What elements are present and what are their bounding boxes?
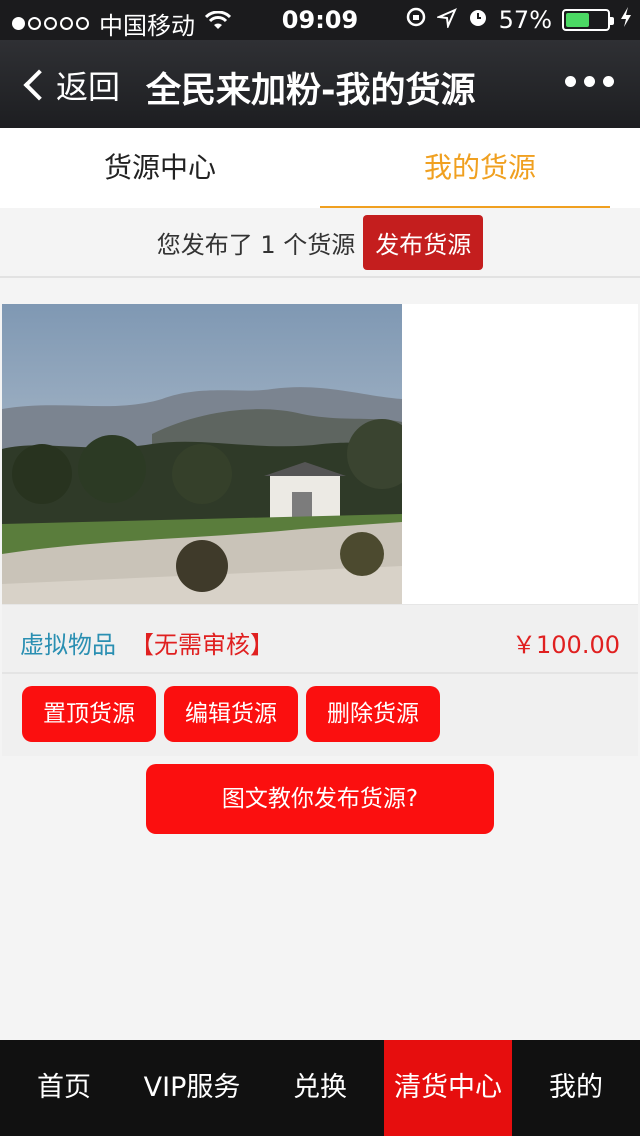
location-icon bbox=[434, 6, 457, 34]
publish-count-text: 您发布了 1 个货源 bbox=[156, 230, 356, 259]
bottom-tab-mine[interactable]: 我的 bbox=[512, 1040, 640, 1136]
bottom-tab-bar: 首页 VIP服务 兑换 清货中心 我的 bbox=[0, 1040, 640, 1136]
tab-source-center[interactable]: 货源中心 bbox=[0, 128, 320, 208]
tab-bar: 货源中心 我的货源 bbox=[0, 128, 640, 208]
battery-fill bbox=[566, 13, 589, 27]
item-photo[interactable] bbox=[2, 304, 402, 604]
battery-icon bbox=[562, 9, 614, 31]
back-chevron-icon bbox=[23, 69, 55, 101]
tab-my-sources[interactable]: 我的货源 bbox=[320, 128, 640, 208]
more-options-icon[interactable] bbox=[565, 76, 614, 87]
item-price: ￥100.00 bbox=[512, 631, 620, 659]
item-category[interactable]: 虚拟物品 bbox=[20, 625, 116, 660]
page-title: 全民来加粉-我的货源 bbox=[146, 71, 476, 111]
publish-button[interactable]: 发布货源 bbox=[363, 214, 484, 270]
bottom-tab-home[interactable]: 首页 bbox=[0, 1040, 128, 1136]
back-button[interactable]: 返回 bbox=[20, 62, 120, 108]
source-item-card: 虚拟物品 【无需审核】 ￥100.00 置顶货源 编辑货源 删除货源 bbox=[2, 304, 638, 756]
alarm-icon bbox=[467, 6, 489, 34]
item-actions: 置顶货源 编辑货源 删除货源 bbox=[2, 674, 638, 756]
back-label: 返回 bbox=[56, 68, 121, 106]
nav-bar: 返回 全民来加粉-我的货源 bbox=[0, 40, 640, 128]
charging-icon bbox=[620, 6, 632, 34]
item-info-row: 虚拟物品 【无需审核】 ￥100.00 bbox=[2, 604, 638, 674]
review-status: 【无需审核】 bbox=[130, 631, 274, 659]
edit-source-button[interactable]: 编辑货源 bbox=[164, 686, 298, 742]
delete-source-button[interactable]: 删除货源 bbox=[306, 686, 440, 742]
status-bar: 中国移动 09:09 57% bbox=[0, 0, 640, 40]
battery-percent: 57% bbox=[498, 6, 552, 34]
bottom-tab-clearance-center[interactable]: 清货中心 bbox=[384, 1040, 512, 1136]
rotation-lock-icon bbox=[405, 6, 427, 34]
publish-row: 您发布了 1 个货源 发布货源 bbox=[0, 208, 640, 278]
bottom-tab-exchange[interactable]: 兑换 bbox=[256, 1040, 384, 1136]
tutorial-button[interactable]: 图文教你发布货源? bbox=[146, 764, 494, 834]
pin-source-button[interactable]: 置顶货源 bbox=[22, 686, 156, 742]
status-right: 57% bbox=[405, 6, 632, 34]
bottom-tab-vip[interactable]: VIP服务 bbox=[128, 1040, 256, 1136]
